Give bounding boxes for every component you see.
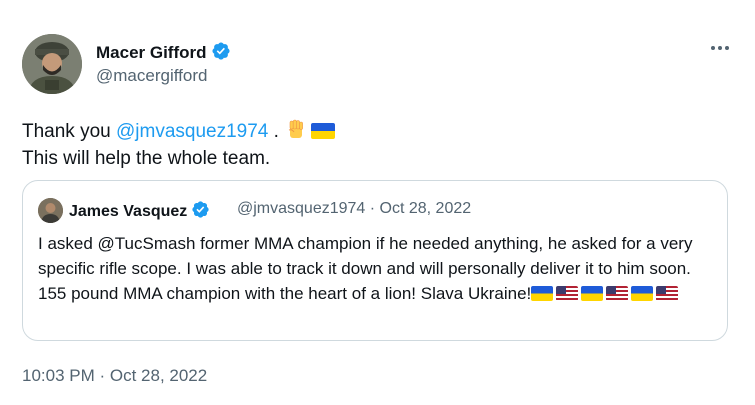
raised-fist-emoji-icon (288, 119, 303, 138)
ukraine-flag-emoji-icon (581, 286, 604, 301)
tweet-text: Thank you @jmvasquez1974 . This will hel… (22, 118, 335, 172)
verified-badge-icon (192, 201, 209, 218)
tweet-text-prefix: Thank you (22, 121, 116, 142)
quoted-author-display-name: James Vasquez (69, 200, 210, 221)
more-dots-icon (711, 46, 729, 50)
us-flag-emoji-icon (656, 286, 679, 301)
tweet-line-2: This will help the whole team. (22, 148, 271, 169)
us-flag-emoji-icon (556, 286, 579, 301)
quoted-tweet-card[interactable]: James Vasquez @jmvasquez1974 · Oct 28, 2… (22, 180, 728, 341)
avatar-image (22, 34, 82, 94)
tweet-line-1: Thank you @jmvasquez1974 . (22, 118, 335, 145)
flag-emoji-row (531, 284, 681, 303)
meta-separator: · (365, 200, 380, 217)
tweet-timestamp[interactable]: 10:03 PM · Oct 28, 2022 (22, 366, 207, 386)
tweet-text-suffix: . (268, 121, 279, 142)
author-avatar[interactable] (22, 34, 82, 94)
author-handle[interactable]: @macergifford (96, 66, 207, 86)
quoted-author-avatar (38, 198, 63, 223)
quoted-author-name-text: James Vasquez (69, 203, 188, 220)
more-options-button[interactable] (709, 38, 731, 58)
ukraine-flag-emoji-icon (531, 286, 554, 301)
quoted-tweet-date: Oct 28, 2022 (379, 200, 472, 217)
author-name-text: Macer Gifford (96, 43, 207, 62)
quoted-tweet-meta: @jmvasquez1974 · Oct 28, 2022 (237, 200, 471, 218)
quoted-avatar-image (38, 198, 63, 223)
author-display-name[interactable]: Macer Gifford (96, 41, 231, 63)
quoted-author-handle: @jmvasquez1974 (237, 200, 366, 217)
mention-link[interactable]: @jmvasquez1974 (116, 121, 268, 142)
quoted-tweet-text: I asked @TucSmash former MMA champion if… (38, 231, 718, 306)
ukraine-flag-emoji-icon (631, 286, 654, 301)
verified-badge-icon (211, 42, 230, 60)
ukraine-flag-emoji-icon (310, 123, 335, 139)
us-flag-emoji-icon (606, 286, 629, 301)
